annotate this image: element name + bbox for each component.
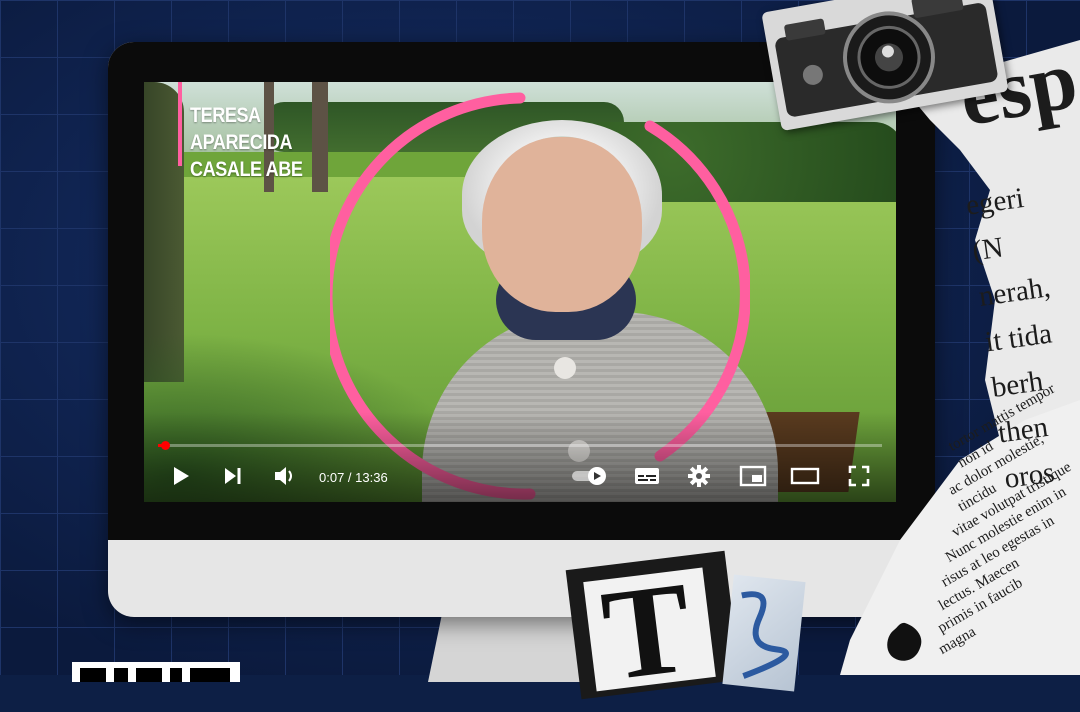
- ink-splat-icon: [880, 618, 930, 668]
- paper-scrap: [722, 575, 805, 692]
- newspaper-line: egeri (N: [963, 170, 1070, 274]
- qr-code-icon: [72, 662, 240, 682]
- letter-cutout: T: [566, 551, 741, 700]
- scribble-icon: [722, 575, 805, 692]
- qr-code-fragment: [72, 662, 240, 682]
- ink-splat: [880, 618, 930, 668]
- letter-cutout-glyph: T: [596, 562, 698, 702]
